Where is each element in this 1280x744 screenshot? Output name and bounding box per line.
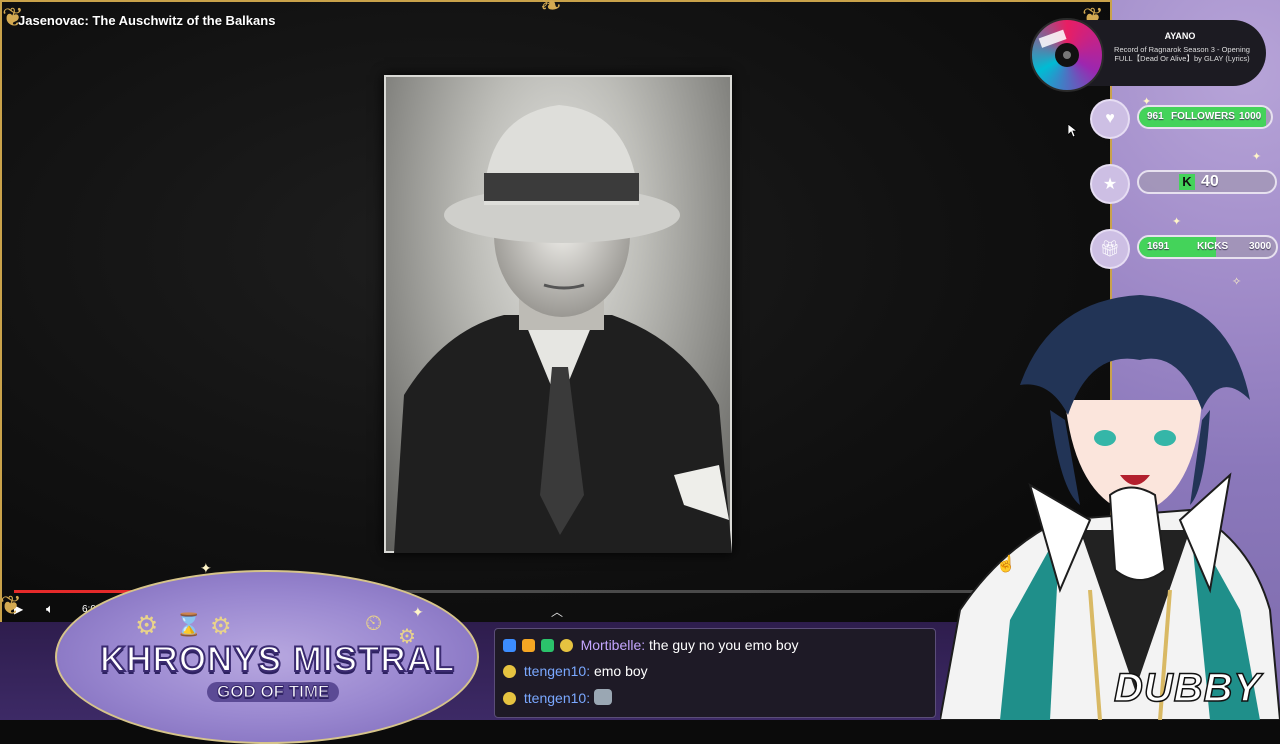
chevron-up-icon[interactable]: ︿ [551, 603, 563, 620]
sparkle-icon: ✦ [1172, 216, 1182, 228]
chat-message: ttengen10: emo boy [503, 663, 648, 679]
hourglass-icon: ⌛ [175, 612, 203, 637]
chat-box: Mortibelle: the guy no you emo boy tteng… [494, 628, 936, 718]
chat-message: Mortibelle: the guy no you emo boy [503, 637, 798, 653]
kicks-goal-bar: 1691 KICKS 3000 [1137, 235, 1278, 259]
volume-icon[interactable]: 🔈︎ [46, 601, 64, 617]
video-frame-photo [384, 75, 732, 553]
music-artist: AYANO [1164, 31, 1196, 41]
banner-subtitle: GOD OF TIME [207, 682, 340, 702]
heart-icon: ♥ [1092, 101, 1128, 137]
vtuber-avatar [940, 290, 1280, 720]
chat-username[interactable]: ttengen10 [524, 690, 586, 706]
crown-badge-icon [521, 639, 535, 652]
chat-text: the guy no you emo boy [649, 637, 799, 653]
kicks-goal: 3000 [1249, 241, 1272, 252]
followers-current: 961 [1147, 111, 1164, 122]
hand-pointer-icon: ☝ [996, 556, 1016, 573]
gear-icon: ⚙ [210, 613, 232, 640]
corner-flourish-icon: ❦ [0, 590, 22, 620]
emote-icon [559, 639, 573, 652]
chat-username[interactable]: ttengen10 [524, 663, 586, 679]
emote-icon [503, 692, 516, 705]
album-art [1030, 18, 1104, 92]
emote-image-icon [593, 689, 612, 705]
kicks-label: KICKS [1197, 241, 1229, 252]
followers-label: FOLLOWERS [1171, 111, 1235, 122]
banner-title: KHRONYS MISTRAL [99, 639, 456, 680]
mouse-cursor-icon [1068, 124, 1078, 138]
badge-icon [503, 639, 516, 652]
video-title: Jasenovac: The Auschwitz of the Balkans [18, 13, 276, 28]
clock-icon: ⏲ [365, 610, 383, 635]
sparkle-icon: ✦ [200, 560, 212, 576]
sparkle-icon: ✦ [1252, 151, 1262, 163]
badge-icon [540, 639, 554, 652]
chat-text: emo boy [593, 663, 648, 679]
followers-goal: 1000 [1239, 111, 1262, 122]
kicks-current: 1691 [1147, 241, 1170, 252]
emote-icon [503, 665, 516, 678]
chat-username[interactable]: Mortibelle [581, 637, 642, 653]
sparkle-icon: ✧ [1232, 276, 1242, 288]
kick-count-value: 40 [1201, 173, 1219, 190]
corner-flourish-icon: ❦ [2, 2, 24, 32]
gear-icon: ⚙ [135, 610, 159, 640]
star-icon: ★ [1092, 166, 1128, 202]
kick-count-bar: K 40 [1137, 170, 1277, 194]
kick-logo-icon: K [1179, 174, 1195, 190]
gift-icon: 🎁︎ [1092, 231, 1128, 267]
top-flourish-icon: ❧ [540, 0, 562, 20]
sparkle-icon: ✦ [412, 604, 424, 620]
chat-message: ttengen10: [503, 689, 614, 706]
watermark-logo: DUBBY [1113, 665, 1262, 711]
music-song: Record of Ragnarok Season 3 - Opening FU… [1114, 45, 1250, 63]
followers-goal-bar: 961 FOLLOWERS 1000 [1137, 105, 1273, 129]
